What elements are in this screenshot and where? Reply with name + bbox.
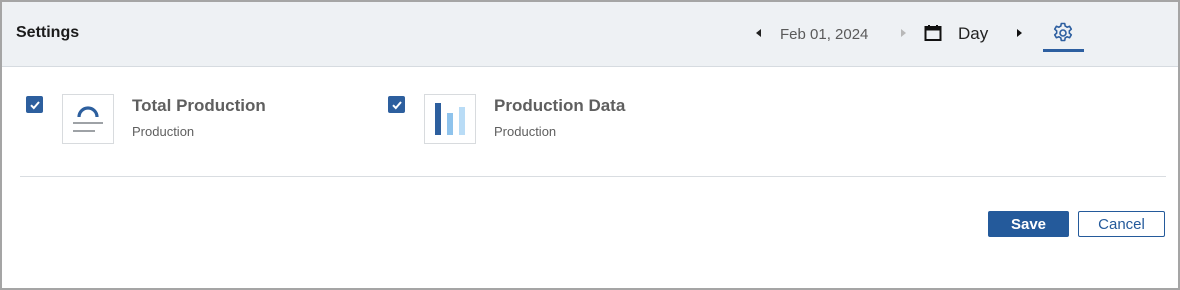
date-display[interactable]: Feb 01, 2024	[780, 24, 868, 44]
caret-right-icon	[1017, 29, 1022, 37]
widget-thumbnail	[62, 94, 114, 144]
calendar-button[interactable]	[922, 22, 944, 44]
gauge-icon	[73, 106, 103, 132]
checkmark-icon	[29, 100, 40, 109]
caret-left-icon	[756, 29, 761, 37]
period-selector[interactable]: Day	[958, 23, 988, 45]
next-date-button[interactable]	[894, 24, 912, 42]
widget-option-production-data: Production Data Production	[388, 94, 718, 146]
page-title: Settings	[16, 24, 80, 41]
bar-chart-icon	[435, 103, 465, 135]
divider	[20, 176, 1166, 177]
widget-checkbox[interactable]	[26, 96, 43, 113]
widget-subtitle: Production	[494, 124, 557, 139]
widget-checkbox[interactable]	[388, 96, 405, 113]
gear-icon	[1053, 22, 1073, 42]
caret-right-icon	[901, 29, 906, 37]
active-tab-indicator	[1043, 49, 1084, 52]
save-button[interactable]: Save	[988, 211, 1069, 237]
checkmark-icon	[391, 100, 402, 109]
settings-panel: Settings Feb 01, 2024 Day Total Producti…	[0, 0, 1180, 290]
widget-subtitle: Production	[132, 124, 195, 139]
previous-date-button[interactable]	[750, 24, 768, 42]
panel-header: Settings Feb 01, 2024 Day	[2, 2, 1178, 67]
settings-tab[interactable]	[1048, 19, 1078, 47]
widget-option-total-production: Total Production Production	[26, 94, 356, 146]
calendar-icon	[924, 25, 942, 41]
next-period-button[interactable]	[1010, 24, 1028, 42]
widget-thumbnail	[424, 94, 476, 144]
widget-title: Production Data	[494, 96, 626, 115]
widget-title: Total Production	[132, 96, 266, 115]
cancel-button[interactable]: Cancel	[1078, 211, 1165, 237]
